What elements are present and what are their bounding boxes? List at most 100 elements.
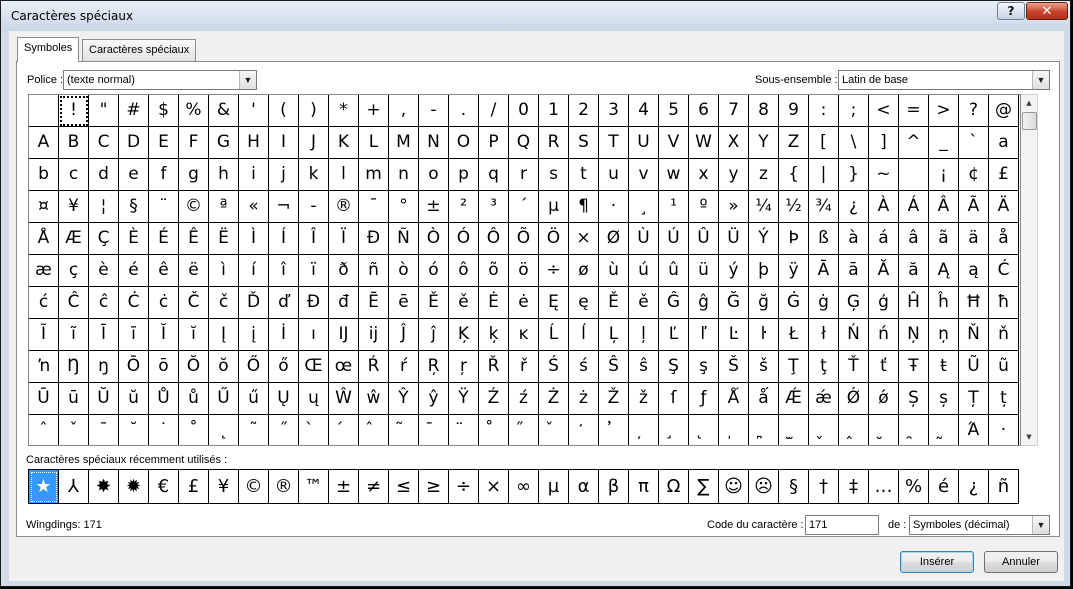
symbol-cell[interactable]: ķ (479, 319, 509, 351)
symbol-cell[interactable]: ` (959, 127, 989, 159)
symbol-cell[interactable]: ě (629, 287, 659, 319)
symbol-cell[interactable]: 8 (749, 95, 779, 127)
recent-char-cell[interactable]: ¥ (209, 470, 239, 504)
symbol-cell[interactable]: Ă (869, 255, 899, 287)
symbol-cell[interactable]: ı (299, 319, 329, 351)
symbol-cell[interactable]: ¹ (659, 191, 689, 223)
symbol-cell[interactable]: { (779, 159, 809, 191)
symbol-cell[interactable]: Ĵ (389, 319, 419, 351)
symbol-cell[interactable]: 5 (659, 95, 689, 127)
symbol-cell[interactable]: / (479, 95, 509, 127)
symbol-cell[interactable]: Ŗ (419, 351, 449, 383)
symbol-cell[interactable]: G (209, 127, 239, 159)
symbol-cell[interactable]: ũ (989, 351, 1019, 383)
symbol-cell[interactable]: Ā (809, 255, 839, 287)
symbol-cell[interactable]: ŝ (629, 351, 659, 383)
symbol-cell[interactable]: ½ (779, 191, 809, 223)
symbol-cell[interactable]: X (719, 127, 749, 159)
symbol-cell[interactable]: ́ (329, 415, 359, 445)
recent-char-cell[interactable]: € (149, 470, 179, 504)
symbol-cell[interactable]: ̋ (509, 415, 539, 445)
symbol-cell[interactable]: Ù (629, 223, 659, 255)
symbol-cell[interactable]: c (59, 159, 89, 191)
symbol-cell[interactable]: ů (179, 383, 209, 415)
symbol-cell[interactable]: Ŭ (89, 383, 119, 415)
symbol-cell[interactable]: I (269, 127, 299, 159)
symbol-cell[interactable]: ̨ (689, 415, 719, 445)
symbol-cell[interactable]: p (449, 159, 479, 191)
symbol-cell[interactable]: ̂ (359, 415, 389, 445)
symbol-cell[interactable]: Ö (539, 223, 569, 255)
symbol-cell[interactable]: ̯ (899, 415, 929, 445)
symbol-cell[interactable]: ³ (479, 191, 509, 223)
symbol-cell[interactable]: $ (149, 95, 179, 127)
symbol-cell[interactable]: U (629, 127, 659, 159)
recent-char-cell[interactable]: ✸ (89, 470, 119, 504)
symbol-cell[interactable]: Ļ (599, 319, 629, 351)
symbol-cell[interactable]: µ (539, 191, 569, 223)
symbol-cell[interactable]: E (149, 127, 179, 159)
symbol-cell[interactable]: g (179, 159, 209, 191)
symbol-cell[interactable]: ̒ (569, 415, 599, 445)
symbol-cell[interactable]: Ê (179, 223, 209, 255)
symbol-cell[interactable]: Ų (269, 383, 299, 415)
symbol-cell[interactable]: ̌ (539, 415, 569, 445)
symbol-cell[interactable]: K (329, 127, 359, 159)
symbol-cell[interactable]: Ş (659, 351, 689, 383)
symbol-cell[interactable]: & (209, 95, 239, 127)
symbol-cell[interactable]: Ã (959, 191, 989, 223)
recent-char-cell[interactable]: ® (269, 470, 299, 504)
symbol-cell[interactable]: ć (29, 287, 59, 319)
symbol-cell[interactable]: Ġ (779, 287, 809, 319)
symbol-cell[interactable]: Z (779, 127, 809, 159)
recent-char-cell[interactable]: ✹ (119, 470, 149, 504)
symbol-cell[interactable]: O (449, 127, 479, 159)
symbol-cell[interactable]: ǽ (809, 383, 839, 415)
symbol-cell[interactable]: Ð (359, 223, 389, 255)
recent-char-cell[interactable]: ☹ (749, 470, 779, 504)
symbol-cell[interactable]: ť (869, 351, 899, 383)
chevron-down-icon[interactable]: ▼ (1032, 71, 1049, 89)
symbol-cell[interactable]: ø (569, 255, 599, 287)
symbol-cell[interactable]: ò (389, 255, 419, 287)
recent-char-cell[interactable]: ™ (299, 470, 329, 504)
symbol-cell[interactable]: Ė (479, 287, 509, 319)
symbol-cell[interactable]: ¤ (29, 191, 59, 223)
recent-char-cell[interactable]: ÷ (449, 470, 479, 504)
symbol-cell[interactable]: ̊ (479, 415, 509, 445)
symbol-cell[interactable]: ń (869, 319, 899, 351)
symbol-cell[interactable]: ō (149, 351, 179, 383)
symbol-cell[interactable]: Ÿ (449, 383, 479, 415)
symbol-cell[interactable]: š (749, 351, 779, 383)
symbol-cell[interactable]: ħ (989, 287, 1019, 319)
symbol-cell[interactable]: ŵ (359, 383, 389, 415)
recent-char-cell[interactable]: † (809, 470, 839, 504)
symbol-cell[interactable]: Ý (749, 223, 779, 255)
symbol-cell[interactable]: Ñ (389, 223, 419, 255)
symbol-cell[interactable]: č (209, 287, 239, 319)
scrollbar-thumb[interactable] (1022, 112, 1037, 130)
symbol-cell[interactable]: ¦ (89, 191, 119, 223)
symbol-cell[interactable]: W (689, 127, 719, 159)
scroll-down-arrow-icon[interactable]: ▼ (1021, 429, 1037, 445)
symbol-cell[interactable]: ď (269, 287, 299, 319)
symbol-cell[interactable]: Ō (119, 351, 149, 383)
symbol-cell[interactable]: ̮ (869, 415, 899, 445)
symbol-cell[interactable]: ¼ (749, 191, 779, 223)
symbol-cell[interactable]: ž (629, 383, 659, 415)
symbol-cell[interactable]: ľ (689, 319, 719, 351)
symbol-cell[interactable]: Þ (779, 223, 809, 255)
symbol-cell[interactable]: ű (239, 383, 269, 415)
symbol-cell[interactable]: u (599, 159, 629, 191)
symbol-cell[interactable]: Ķ (449, 319, 479, 351)
symbol-cell[interactable]: ! (59, 95, 89, 127)
symbol-cell[interactable]: į (239, 319, 269, 351)
symbol-cell[interactable]: Œ (299, 351, 329, 383)
symbol-cell[interactable]: Ț (959, 383, 989, 415)
symbol-cell[interactable]: Ï (329, 223, 359, 255)
symbol-cell[interactable]: q (479, 159, 509, 191)
symbol-cell[interactable]: ğ (749, 287, 779, 319)
symbol-cell[interactable]: ő (269, 351, 299, 383)
chevron-down-icon[interactable]: ▼ (1032, 516, 1049, 534)
from-select[interactable]: Symboles (décimal) ▼ (909, 515, 1050, 535)
